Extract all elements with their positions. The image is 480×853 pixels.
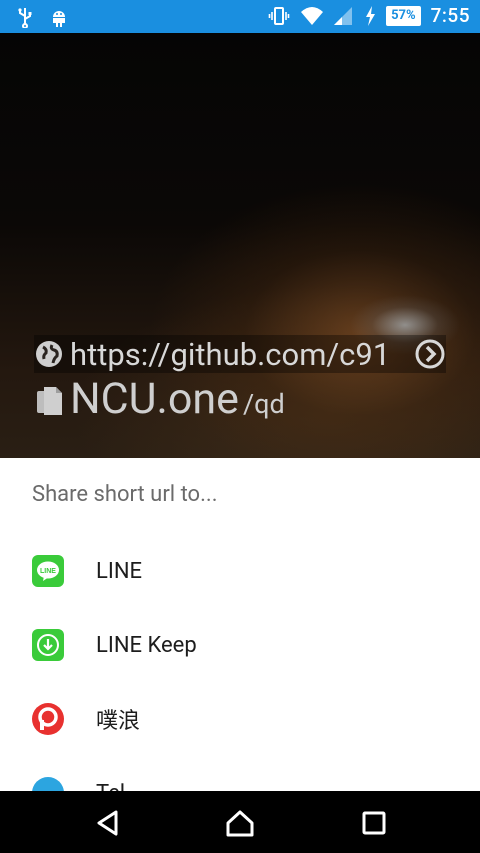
home-icon[interactable] (225, 808, 255, 838)
long-url-row: https://github.com/c91 (34, 335, 446, 373)
share-option-label: Tel (96, 781, 125, 792)
usb-icon (14, 6, 36, 29)
signal-icon (332, 5, 354, 27)
vibrate-icon (268, 5, 290, 27)
svg-text:LINE: LINE (40, 568, 56, 575)
share-sheet-title: Share short url to... (32, 482, 218, 507)
share-option-label: LINE (96, 558, 143, 584)
plurk-icon (32, 703, 64, 735)
long-url-text: https://github.com/c91 (70, 335, 391, 373)
wifi-icon (300, 5, 324, 27)
navigation-bar (0, 791, 480, 853)
android-debug-icon (48, 6, 70, 28)
status-bar: 57% 7:55 (0, 0, 480, 33)
share-option-label: 噗浪 (96, 709, 141, 734)
open-url-icon[interactable] (414, 338, 446, 370)
short-url-domain: NCU.one (70, 374, 239, 424)
share-option-line[interactable]: LINE LINE (0, 534, 480, 608)
share-option-plurk[interactable]: 噗浪 (0, 682, 480, 756)
battery-indicator: 57% (386, 5, 421, 26)
copy-icon[interactable] (34, 385, 64, 419)
share-option-label: LINE Keep (96, 632, 197, 658)
clock: 7:55 (430, 4, 470, 27)
globe-icon (34, 339, 64, 369)
share-sheet: Share short url to... LINE LINE LINE Kee… (0, 458, 480, 791)
short-url-row[interactable]: NCU.one /qd (34, 377, 285, 421)
recents-icon[interactable] (359, 808, 389, 838)
charging-icon (364, 5, 376, 27)
telegram-icon (32, 777, 64, 791)
background-photo: https://github.com/c91 NCU.one /qd (0, 33, 480, 458)
share-option-line-keep[interactable]: LINE Keep (0, 608, 480, 682)
line-keep-icon (32, 629, 64, 661)
line-icon: LINE (32, 555, 64, 587)
share-option-telegram[interactable]: Tel (0, 756, 480, 791)
short-url-path: /qd (242, 388, 285, 420)
back-icon[interactable] (93, 808, 123, 838)
